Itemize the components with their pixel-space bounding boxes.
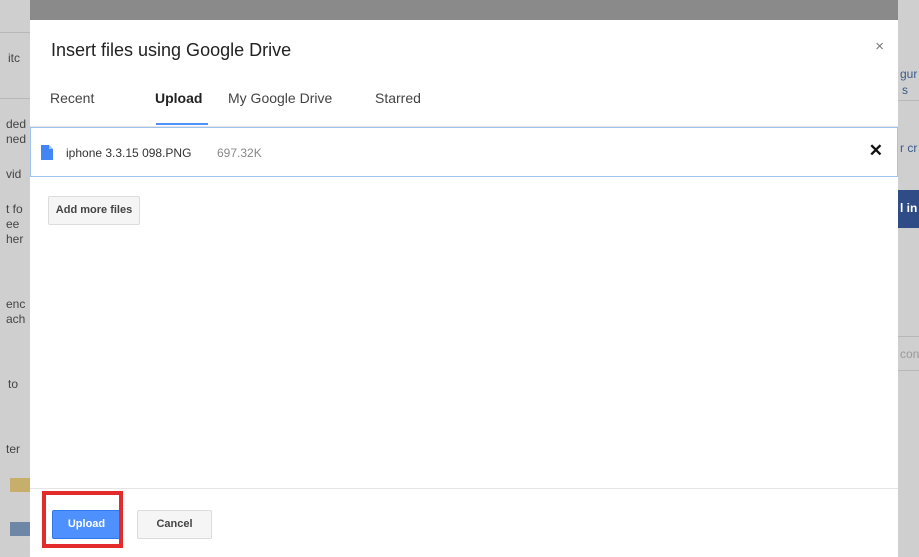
file-upload-row: iphone 3.3.15 098.PNG 697.32K ✕ (30, 127, 898, 177)
active-tab-indicator (156, 123, 208, 125)
tab-upload[interactable]: Upload (155, 90, 202, 106)
cancel-button[interactable]: Cancel (137, 510, 212, 539)
doc-icon (41, 145, 53, 160)
bg-text-fragment: ded (6, 117, 27, 131)
bg-text-fragment: r cr (900, 141, 918, 155)
bg-divider (898, 336, 919, 337)
bg-thumbnail (10, 478, 30, 492)
bg-text-fragment: to (8, 377, 19, 391)
remove-file-icon[interactable]: ✕ (869, 141, 883, 161)
background-page-right: gur s r cr l in con (898, 0, 919, 557)
bg-divider (0, 98, 30, 99)
bg-text-fragment: vid (6, 167, 22, 181)
bg-divider (0, 32, 30, 33)
bg-text-fragment: s (902, 83, 908, 97)
google-drive-dialog: Insert files using Google Drive × Recent… (30, 20, 898, 557)
dialog-title: Insert files using Google Drive (51, 40, 292, 60)
bg-text-fragment: l in (900, 201, 918, 215)
bg-text-fragment: itc (8, 51, 20, 65)
bg-thumbnail (10, 522, 30, 536)
tab-my-google-drive[interactable]: My Google Drive (228, 90, 332, 106)
bg-text-fragment: con (900, 347, 919, 361)
file-name: iphone 3.3.15 098.PNG (66, 146, 192, 160)
bg-divider (898, 100, 919, 101)
bg-text-fragment: ned (6, 132, 27, 146)
close-icon[interactable]: × (875, 38, 884, 55)
upload-button[interactable]: Upload (52, 510, 121, 539)
bg-text-fragment: ach (6, 312, 26, 326)
bg-text-fragment: gur (900, 67, 918, 81)
bg-text-fragment: her (6, 232, 24, 246)
bg-blue-button: l in (898, 190, 919, 228)
bg-text-fragment: t fo (6, 202, 23, 216)
add-more-files-button[interactable]: Add more files (48, 196, 140, 225)
bg-text-fragment: ter (6, 442, 21, 456)
bg-text-fragment: ee (6, 217, 20, 231)
tab-starred[interactable]: Starred (375, 90, 421, 106)
footer-divider (30, 488, 898, 489)
file-size: 697.32K (217, 146, 262, 160)
bg-divider (898, 370, 919, 371)
background-page-left: itc ded ned vid t fo ee her enc ach to t… (0, 0, 30, 557)
bg-text-fragment: enc (6, 297, 26, 311)
tab-recent[interactable]: Recent (50, 90, 94, 106)
